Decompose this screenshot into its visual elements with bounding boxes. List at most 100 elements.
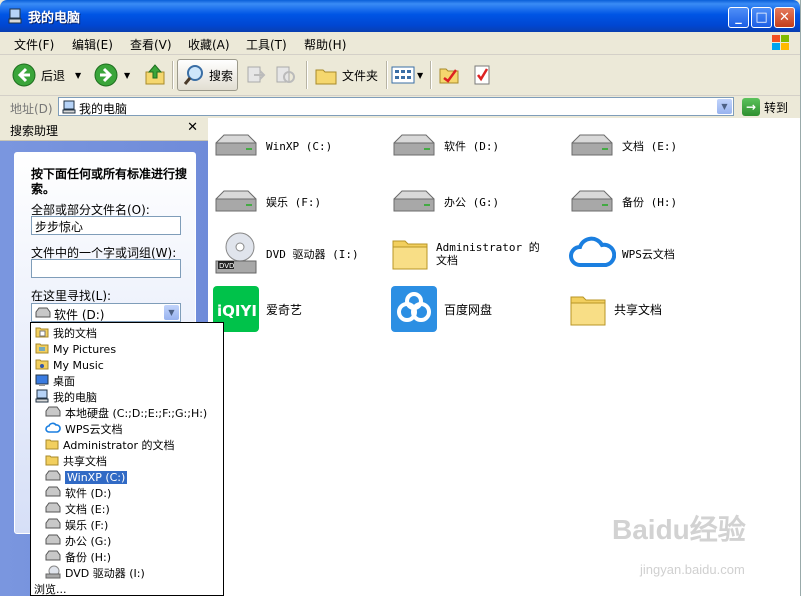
drive-icon	[35, 307, 51, 318]
lookin-option[interactable]: 共享文档	[45, 453, 107, 469]
views-icon	[391, 66, 415, 84]
go-arrow-icon: →	[742, 98, 760, 116]
lookin-option[interactable]: 浏览...	[34, 581, 67, 595]
address-label: 地址(D)	[10, 102, 53, 116]
drive-icon	[45, 518, 61, 533]
phrase-input[interactable]	[31, 259, 181, 278]
views-dropdown-icon[interactable]: ▼	[417, 71, 423, 80]
lookin-option[interactable]: 我的文档	[35, 325, 97, 341]
computer-icon	[8, 8, 22, 24]
svg-text:iQIYI: iQIYI	[217, 302, 257, 320]
move-to-button[interactable]	[245, 59, 267, 91]
hard-drive-icon	[568, 129, 616, 164]
favorites-folder-icon	[439, 68, 459, 84]
folder-icon	[568, 289, 608, 332]
window-title: 我的电脑	[28, 11, 81, 26]
drive-item[interactable]: 百度网盘	[390, 285, 492, 332]
lookin-option-label: My Music	[53, 358, 104, 372]
wps-cloud-icon	[568, 233, 617, 276]
folders-label: 文件夹	[342, 68, 379, 83]
views-button[interactable]: ▼	[391, 59, 423, 91]
lookin-option-label: 备份 (H:)	[65, 551, 112, 564]
forward-dropdown-icon[interactable]: ▼	[124, 71, 130, 80]
lookin-option[interactable]: My Pictures	[35, 341, 116, 357]
up-folder-button[interactable]	[143, 59, 167, 91]
lookin-option-label: My Pictures	[53, 342, 117, 356]
drive-item[interactable]: DVD DVD 驱动器 (I:)	[212, 232, 359, 276]
menu-help[interactable]: 帮助(H)	[304, 36, 346, 53]
lookin-option[interactable]: 娱乐 (F:)	[45, 517, 108, 533]
svg-text:DVD: DVD	[219, 262, 234, 270]
lookin-option[interactable]: 本地硬盘 (C:;D:;E:;F:;G:;H:)	[45, 405, 207, 421]
menu-tools[interactable]: 工具(T)	[246, 36, 287, 53]
menu-favorites[interactable]: 收藏(A)	[188, 36, 230, 53]
lookin-option[interactable]: 办公 (G:)	[45, 533, 111, 549]
lookin-select[interactable]: 软件 (D:) ▼	[31, 303, 181, 322]
drive-icon	[45, 470, 61, 485]
drive-icon	[45, 502, 61, 517]
search-icon	[183, 65, 203, 85]
minimize-button[interactable]: _	[728, 7, 749, 28]
drive-item[interactable]: 软件 (D:)	[390, 124, 499, 168]
lookin-option[interactable]: WinXP (C:)	[45, 469, 128, 485]
lookin-option-label: 桌面	[53, 375, 75, 388]
lookin-option[interactable]: 文档 (E:)	[45, 501, 110, 517]
baidu-netdisk-icon	[390, 285, 438, 336]
item-label: 软件 (D:)	[444, 139, 500, 153]
drive-icon	[45, 550, 61, 565]
lookin-option[interactable]: 我的电脑	[35, 389, 97, 405]
drive-item[interactable]: 娱乐 (F:)	[212, 180, 321, 224]
drive-item[interactable]: Administrator 的文档	[390, 232, 548, 276]
menu-file[interactable]: 文件(F)	[14, 36, 54, 53]
folders-icon	[315, 69, 337, 85]
address-dropdown-icon[interactable]: ▼	[717, 99, 732, 114]
drive-item[interactable]: 共享文档	[568, 288, 662, 332]
go-label: 转到	[764, 100, 789, 115]
lookin-option[interactable]: 桌面	[35, 373, 75, 389]
maximize-button[interactable]: □	[751, 7, 772, 28]
search-pane-title: 搜索助理	[10, 124, 59, 138]
drive-item[interactable]: 办公 (G:)	[390, 180, 499, 224]
copy-to-button[interactable]	[274, 59, 296, 91]
menu-view[interactable]: 查看(V)	[130, 36, 172, 53]
close-button[interactable]: ✕	[774, 7, 795, 28]
menu-bar: 文件(F) 编辑(E) 查看(V) 收藏(A) 工具(T) 帮助(H)	[0, 32, 800, 55]
address-input[interactable]: 我的电脑 ▼	[58, 97, 734, 116]
lookin-option-label: WinXP (C:)	[65, 470, 128, 484]
lookin-option-label: Administrator 的文档	[63, 439, 175, 452]
lookin-option-label: 共享文档	[63, 455, 107, 468]
drive-item[interactable]: WPS云文档	[568, 232, 675, 276]
search-button[interactable]: 搜索	[177, 59, 239, 91]
desktop-icon	[35, 373, 49, 390]
menu-edit[interactable]: 编辑(E)	[72, 36, 113, 53]
back-dropdown-icon[interactable]: ▼	[75, 71, 81, 80]
drive-item[interactable]: iQIYI 爱奇艺	[212, 285, 302, 332]
lookin-option[interactable]: DVD 驱动器 (I:)	[45, 565, 145, 581]
filename-input[interactable]: 步步惊心	[31, 216, 181, 235]
favorites-button[interactable]	[438, 59, 460, 91]
lookin-option[interactable]: 软件 (D:)	[45, 485, 111, 501]
drive-item[interactable]: WinXP (C:)	[212, 124, 332, 168]
drive-item[interactable]: 文档 (E:)	[568, 124, 677, 168]
go-button[interactable]: → 转到	[742, 98, 788, 116]
lookin-option[interactable]: Administrator 的文档	[45, 437, 174, 453]
lookin-option[interactable]: My Music	[35, 357, 104, 373]
cloud-icon	[45, 422, 61, 437]
hard-drive-icon	[212, 129, 260, 164]
watermark-url: jingyan.baidu.com	[640, 562, 745, 577]
lookin-option[interactable]: WPS云文档	[45, 421, 123, 437]
forward-button[interactable]: ▼	[94, 59, 130, 91]
title-bar[interactable]: 我的电脑 _ □ ✕	[0, 0, 800, 32]
lookin-option[interactable]: 备份 (H:)	[45, 549, 111, 565]
lookin-dropdown-icon[interactable]: ▼	[164, 305, 179, 320]
drive-item[interactable]: 备份 (H:)	[568, 180, 677, 224]
tasks-button[interactable]	[471, 59, 493, 91]
lookin-option-label: 本地硬盘 (C:;D:;E:;F:;G:;H:)	[65, 407, 208, 420]
lookin-option-label: DVD 驱动器 (I:)	[65, 567, 145, 580]
lookin-label: 在这里寻找(L):	[31, 289, 112, 303]
back-button[interactable]: 后退 ▼	[12, 59, 81, 91]
close-pane-icon[interactable]: ✕	[187, 120, 198, 135]
folders-button[interactable]: 文件夹	[314, 59, 378, 91]
item-label: WinXP (C:)	[266, 139, 333, 153]
item-label: 文档 (E:)	[622, 139, 678, 153]
